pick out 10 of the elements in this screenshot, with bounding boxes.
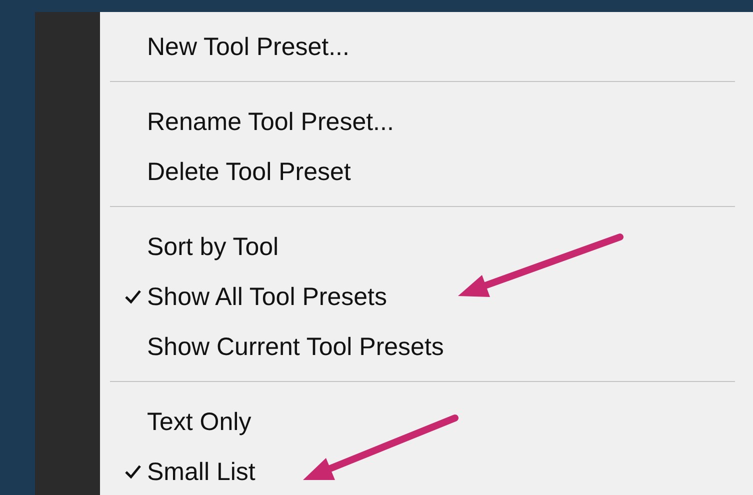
menu-item[interactable]: New Tool Preset... bbox=[100, 22, 753, 72]
menu-item[interactable]: Text Only bbox=[100, 397, 753, 447]
check-icon bbox=[124, 289, 142, 305]
menu-item[interactable]: Rename Tool Preset... bbox=[100, 97, 753, 147]
menu-item[interactable]: Show Current Tool Presets bbox=[100, 322, 753, 372]
check-icon bbox=[124, 464, 142, 480]
menu-item[interactable]: Sort by Tool bbox=[100, 222, 753, 272]
menu-item[interactable]: Small List bbox=[100, 447, 753, 495]
menu-item[interactable]: Show All Tool Presets bbox=[100, 272, 753, 322]
menu-item[interactable]: Delete Tool Preset bbox=[100, 147, 753, 197]
